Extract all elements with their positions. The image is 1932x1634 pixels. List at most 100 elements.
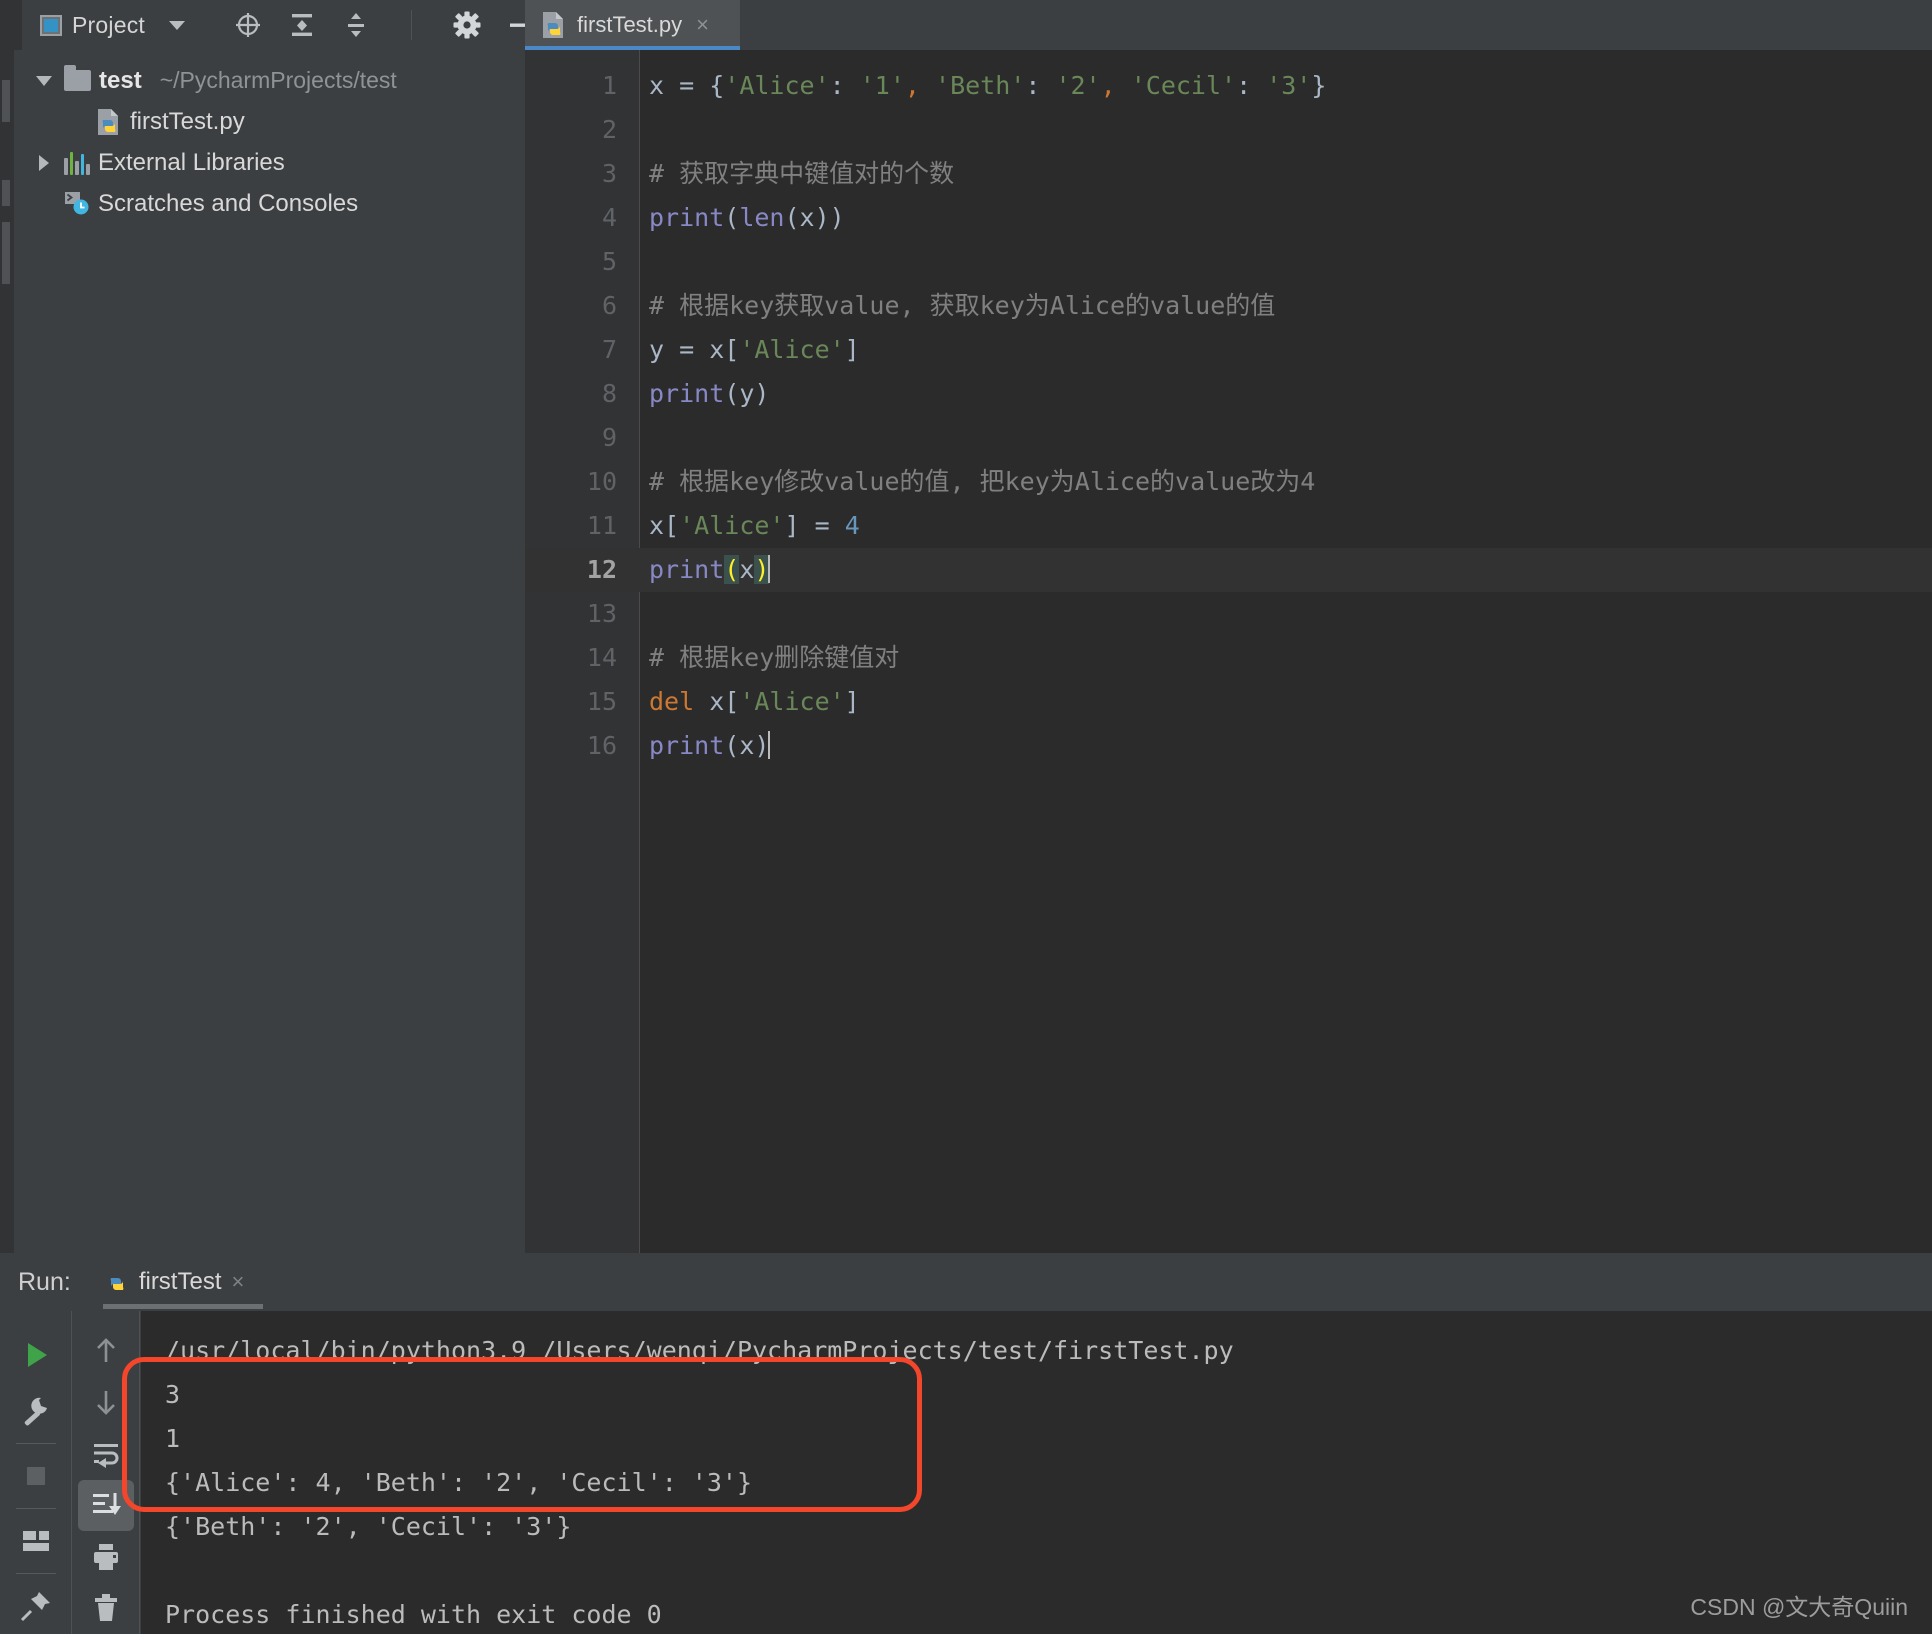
soft-wrap-button[interactable] [78, 1428, 134, 1480]
code-text: # 获取字典中键值对的个数 [649, 152, 954, 196]
debug-settings-button[interactable] [8, 1383, 64, 1439]
libraries-icon [64, 151, 90, 175]
scroll-down-button[interactable] [78, 1377, 134, 1429]
project-icon [40, 14, 62, 36]
code-line-16[interactable]: 16 print(x) [525, 724, 1932, 768]
python-file-icon [96, 108, 122, 136]
token-func: len [739, 203, 785, 232]
line-number: 8 [601, 379, 617, 408]
code-line-6[interactable]: 6 # 根据key获取value, 获取key为Alice的value的值 [525, 284, 1932, 328]
token-str: 'Beth' [935, 71, 1026, 100]
token-plain: } [1311, 71, 1327, 100]
python-file-icon [541, 11, 567, 39]
token-str: 'Alice' [739, 687, 845, 716]
chevron-down-icon[interactable] [32, 75, 56, 86]
close-icon[interactable]: × [696, 12, 709, 38]
code-text: print(len(x)) [649, 196, 845, 240]
text-caret [768, 555, 771, 583]
token-func: print [649, 555, 725, 584]
token-plain: x[ [694, 687, 740, 716]
code-line-10[interactable]: 10 # 根据key修改value的值, 把key为Alice的value改为4 [525, 460, 1932, 504]
token-num: 4 [844, 511, 860, 540]
code-line-1[interactable]: 1 x = {'Alice': '1', 'Beth': '2', 'Cecil'… [525, 64, 1932, 108]
close-icon[interactable]: × [232, 1269, 245, 1295]
tree-item-label: External Libraries [98, 148, 285, 176]
strip-nub-3 [2, 222, 10, 284]
code-text: print(x) [649, 724, 771, 768]
code-line-2[interactable]: 2 [525, 108, 1932, 152]
line-number: 7 [601, 335, 617, 364]
tree-item-label: firstTest.py [130, 107, 245, 135]
pin-tab-button[interactable] [8, 1578, 64, 1634]
editor-tab-firsttest[interactable]: firstTest.py × [525, 0, 740, 50]
token-str: 'Alice' [724, 71, 830, 100]
run-toolbar-left [0, 1311, 72, 1634]
run-tab-underline [102, 1304, 263, 1309]
token-str: '1' [859, 71, 905, 100]
run-tab-label: firstTest [138, 1268, 222, 1295]
tree-item-firsttest-py[interactable]: firstTest.py [14, 101, 525, 142]
line-number: 6 [601, 291, 617, 320]
project-view-button[interactable]: Project [22, 0, 193, 50]
rerun-button[interactable] [8, 1327, 64, 1383]
tree-item-scratches-and-consoles[interactable]: Scratches and Consoles [14, 183, 525, 224]
layout-button[interactable] [8, 1513, 64, 1569]
code-line-3[interactable]: 3 # 获取字典中键值对的个数 [525, 152, 1932, 196]
code-line-11[interactable]: 11 x['Alice'] = 4 [525, 504, 1932, 548]
code-line-15[interactable]: 15 del x['Alice'] [525, 680, 1932, 724]
code-text: # 根据key修改value的值, 把key为Alice的value改为4 [649, 460, 1315, 504]
code-line-8[interactable]: 8 print(y) [525, 372, 1932, 416]
code-line-4[interactable]: 4 print(len(x)) [525, 196, 1932, 240]
project-tree-panel: test ~/PycharmProjects/test firstTest.py [14, 50, 525, 1253]
toolbar-icon-group [233, 10, 536, 40]
left-edge-strip [0, 50, 14, 1253]
code-line-13[interactable]: 13 [525, 592, 1932, 636]
editor-tab-label: firstTest.py [577, 12, 683, 37]
collapse-all-icon[interactable] [341, 10, 371, 40]
code-text: y = x['Alice'] [649, 328, 860, 372]
line-number: 11 [586, 511, 617, 540]
scroll-to-end-button[interactable] [78, 1479, 134, 1531]
console-output[interactable]: /usr/local/bin/python3.9 /Users/wenqi/Py… [141, 1311, 1932, 1634]
token-comma: , [904, 71, 920, 100]
run-tab-firsttest[interactable]: firstTest × [97, 1253, 263, 1311]
print-button[interactable] [78, 1531, 134, 1583]
code-text: # 根据key获取value, 获取key为Alice的value的值 [649, 284, 1275, 328]
code-text: # 根据key删除键值对 [649, 636, 899, 680]
locate-icon[interactable] [233, 10, 263, 40]
token-plain: (x) [724, 731, 770, 760]
console-output-lines: 3 1 {'Alice': 4, 'Beth': '2', 'Cecil': '3'… [141, 1373, 1932, 1549]
code-editor[interactable]: 1x = {'Alice': '1', 'Beth': '2', 'Cecil'… [525, 50, 1932, 1253]
chevron-right-icon[interactable] [32, 154, 56, 171]
code-line-14[interactable]: 14 # 根据key删除键值对 [525, 636, 1932, 680]
token-plain: (x)) [784, 203, 845, 232]
token-func: print [649, 203, 725, 232]
line-number: 4 [601, 203, 617, 232]
code-line-9[interactable]: 9 [525, 416, 1932, 460]
clear-all-button[interactable] [78, 1583, 134, 1634]
line-number: 12 [586, 555, 617, 584]
toolbar-divider [410, 10, 412, 40]
line-number: 13 [586, 599, 617, 628]
stop-button[interactable] [8, 1448, 64, 1504]
line-number: 2 [601, 115, 617, 144]
tree-item-external-libraries[interactable]: External Libraries [14, 142, 525, 183]
tree-item-test[interactable]: test ~/PycharmProjects/test [14, 60, 525, 101]
token-comment: # 根据key删除键值对 [649, 643, 900, 672]
code-text: print(x) [649, 548, 771, 592]
text-caret [768, 731, 771, 759]
console-command: /usr/local/bin/python3.9 /Users/wenqi/Py… [165, 1336, 1234, 1365]
token-plain: x [739, 555, 755, 584]
code-line-5[interactable]: 5 [525, 240, 1932, 284]
code-line-7[interactable]: 7 y = x['Alice'] [525, 328, 1932, 372]
token-func: print [649, 731, 725, 760]
run-panel-header: Run: firstTest × [0, 1253, 1932, 1311]
scroll-up-button[interactable] [78, 1325, 134, 1377]
expand-all-icon[interactable] [287, 10, 317, 40]
code-line-12[interactable]: 12 print(x) [525, 548, 1932, 592]
settings-gear-icon[interactable] [452, 10, 482, 40]
left-tool-rail [0, 0, 22, 50]
chevron-down-icon[interactable] [168, 20, 185, 30]
